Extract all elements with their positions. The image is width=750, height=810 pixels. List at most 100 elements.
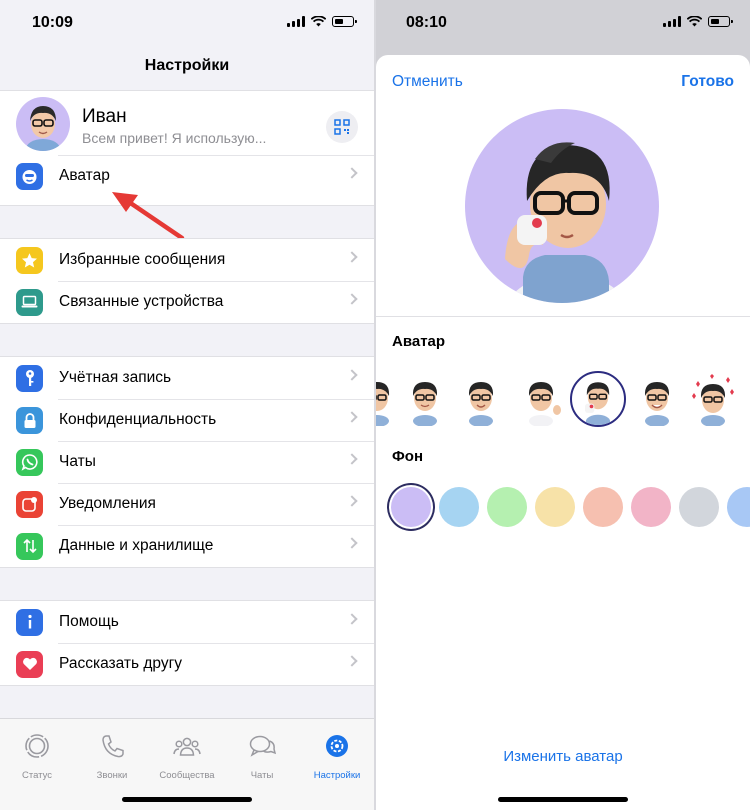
profile-avatar[interactable]	[16, 97, 70, 151]
qr-code-icon	[334, 119, 350, 135]
qr-code-button[interactable]	[326, 111, 358, 143]
settings-row-label: Связанные устройства	[59, 293, 224, 310]
tab-label: Настройки	[313, 770, 361, 781]
settings-row-label: Данные и хранилище	[59, 537, 214, 554]
sticker-option-selected[interactable]	[570, 371, 626, 427]
settings-row-data-storage[interactable]: Данные и хранилище	[0, 525, 374, 567]
avatar-section-title: Аватар	[392, 333, 446, 350]
avatar-preview	[465, 109, 659, 303]
page-title: Настройки	[144, 57, 230, 74]
tab-label: Статус	[21, 770, 53, 781]
settings-row-label: Конфиденциальность	[59, 411, 217, 428]
cancel-button[interactable]: Отменить	[392, 73, 463, 91]
settings-screen: 10:09 Настройки Аватар Иван Всем привет!…	[0, 0, 374, 810]
transfer-icon	[16, 532, 43, 560]
chevron-right-icon	[346, 369, 358, 381]
settings-row-linked-devices[interactable]: Связанные устройства	[0, 281, 374, 323]
tab-label: Сообщества	[159, 770, 215, 781]
color-swatch[interactable]	[727, 487, 750, 527]
profile-status: Всем привет! Я использую...	[82, 130, 267, 146]
status-icons	[287, 16, 357, 27]
settings-row-starred[interactable]: Избранные сообщения	[0, 239, 374, 281]
sticker-option[interactable]	[376, 374, 402, 426]
row-separator	[58, 483, 374, 484]
wifi-icon	[687, 16, 702, 27]
key-icon	[16, 364, 43, 392]
row-separator	[58, 643, 374, 644]
tab-label: Чаты	[250, 770, 274, 781]
row-separator	[58, 155, 374, 156]
status-bar: 10:09	[0, 0, 374, 48]
tab-bar: Статус Звонки Сообщества Чаты Настройки	[0, 718, 374, 810]
settings-row-label: Избранные сообщения	[59, 251, 226, 268]
tab-status[interactable]: Статус	[0, 733, 74, 781]
color-swatch[interactable]	[631, 487, 671, 527]
status-icon	[25, 734, 49, 758]
tab-calls[interactable]: Звонки	[75, 733, 149, 781]
chevron-right-icon	[346, 613, 358, 625]
sticker-option[interactable]	[516, 374, 566, 426]
home-indicator	[498, 797, 628, 802]
row-separator	[58, 441, 374, 442]
row-separator	[58, 281, 374, 282]
settings-group-help: Помощь Рассказать другу	[0, 600, 374, 686]
avatar-sheet: Отменить Готово Аватар Фон Изменить ават…	[376, 55, 750, 810]
sticker-option[interactable]	[456, 374, 506, 426]
signal-icon	[287, 16, 305, 27]
chevron-right-icon	[346, 251, 358, 263]
laptop-icon	[16, 288, 43, 316]
star-icon	[16, 246, 43, 274]
heart-icon	[16, 650, 43, 678]
color-swatch[interactable]	[535, 487, 575, 527]
settings-row-help[interactable]: Помощь	[0, 601, 374, 643]
settings-row-account[interactable]: Учётная запись	[0, 357, 374, 399]
settings-row-chats[interactable]: Чаты	[0, 441, 374, 483]
signal-icon	[663, 16, 681, 27]
status-icons	[663, 16, 733, 27]
sticker-option[interactable]	[632, 374, 682, 426]
community-icon	[173, 737, 201, 756]
chevron-right-icon	[346, 293, 358, 305]
sticker-carousel[interactable]	[376, 370, 750, 430]
tab-settings[interactable]: Настройки	[300, 733, 374, 781]
chevron-right-icon	[346, 655, 358, 667]
sticker-option[interactable]	[400, 374, 450, 426]
sticker-option[interactable]	[688, 374, 738, 426]
chevron-right-icon	[346, 167, 358, 179]
settings-row-label: Чаты	[59, 453, 96, 470]
color-swatch[interactable]	[583, 487, 623, 527]
chevron-right-icon	[346, 495, 358, 507]
chats-icon	[249, 735, 277, 757]
settings-icon	[326, 735, 348, 757]
phone-icon	[102, 735, 124, 758]
settings-row-tell-friend[interactable]: Рассказать другу	[0, 643, 374, 685]
settings-row-notifications[interactable]: Уведомления	[0, 483, 374, 525]
chevron-right-icon	[346, 537, 358, 549]
color-swatch[interactable]	[439, 487, 479, 527]
info-icon	[16, 608, 43, 636]
tab-communities[interactable]: Сообщества	[150, 733, 224, 781]
pointer-arrow	[112, 192, 185, 241]
change-avatar-button[interactable]: Изменить аватар	[376, 748, 750, 765]
settings-row-label: Помощь	[59, 613, 119, 630]
battery-icon	[332, 16, 357, 27]
screenshot-pair: 10:09 Настройки Аватар Иван Всем привет!…	[0, 0, 750, 810]
tab-label: Звонки	[96, 770, 128, 781]
status-time: 08:10	[406, 14, 447, 31]
color-swatch[interactable]	[679, 487, 719, 527]
color-swatch-selected[interactable]	[391, 487, 431, 527]
section-divider	[376, 316, 750, 317]
done-button[interactable]: Готово	[681, 73, 734, 91]
row-separator	[58, 525, 374, 526]
wifi-icon	[311, 16, 326, 27]
tab-chats[interactable]: Чаты	[225, 733, 299, 781]
background-color-picker[interactable]	[376, 485, 750, 529]
status-time: 10:09	[32, 14, 73, 31]
settings-row-privacy[interactable]: Конфиденциальность	[0, 399, 374, 441]
battery-icon	[708, 16, 733, 27]
home-indicator	[122, 797, 252, 802]
avatar-icon	[16, 162, 43, 190]
status-bar: 08:10	[376, 0, 750, 48]
color-swatch[interactable]	[487, 487, 527, 527]
notification-icon	[16, 490, 43, 518]
